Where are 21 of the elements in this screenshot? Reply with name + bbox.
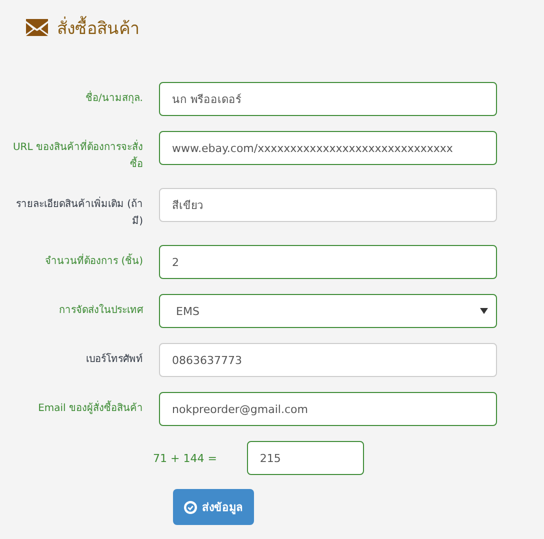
field-label: ชื่อ/นามสกุล. xyxy=(12,82,143,107)
field-label: URL ของสินค้าที่ต้องการจะสั่งซื้อ xyxy=(12,131,143,173)
select-field[interactable]: EMS xyxy=(159,294,497,328)
check-circle-icon xyxy=(184,500,197,514)
caret-icon xyxy=(480,308,488,314)
field-label: Email ของผู้สั่งซื้อสินค้า xyxy=(12,392,143,417)
submit-button[interactable]: ส่งข้อมูล xyxy=(173,489,254,525)
field-label: จำนวนที่ต้องการ (ชิ้น) xyxy=(12,245,143,270)
input-field[interactable]: www.ebay.com/xxxxxxxxxxxxxxxxxxxxxxxxxxxxxx xyxy=(159,131,497,165)
envelope-icon xyxy=(26,18,48,36)
input-field[interactable]: nokpreorder@gmail.com xyxy=(159,392,497,426)
field-label: การจัดส่งในประเทศ xyxy=(58,303,143,318)
input-field[interactable]: สีเขียว xyxy=(159,188,497,222)
field-label: รายละเอียดสินค้าเพิ่มเติม (ถ้ามี) xyxy=(12,188,143,230)
captcha-field[interactable]: 215 xyxy=(246,441,364,475)
input-field[interactable]: 2 xyxy=(159,245,497,279)
field-label: เบอร์โทรศัพท์ xyxy=(85,352,143,367)
input-field[interactable]: นก พรีออเดอร์ xyxy=(159,82,497,116)
captcha-question: 71 + 144 = xyxy=(153,452,217,464)
input-field[interactable]: 0863637773 xyxy=(159,343,497,377)
page-title: สั่งซื้อสินค้า xyxy=(57,14,140,40)
